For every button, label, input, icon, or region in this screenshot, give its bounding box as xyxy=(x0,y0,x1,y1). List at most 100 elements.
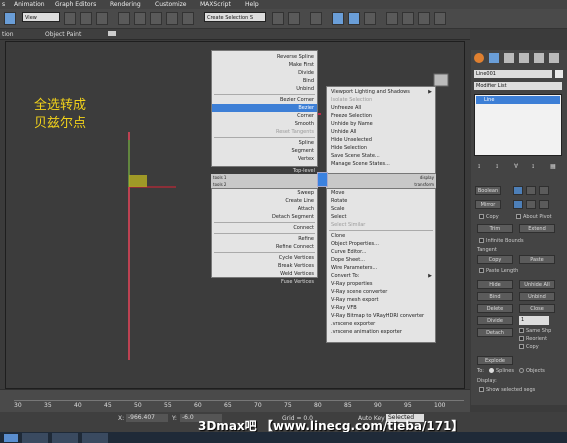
same-shp-checkbox[interactable] xyxy=(519,328,524,333)
timeline[interactable]: 30 35 40 45 50 55 60 65 70 75 80 85 90 9… xyxy=(0,389,470,412)
quad-item-rotate[interactable]: Rotate xyxy=(331,197,347,205)
copy-checkbox[interactable] xyxy=(479,214,484,219)
reorient-checkbox[interactable] xyxy=(519,336,524,341)
percent-snap-icon[interactable] xyxy=(150,12,162,25)
quad-item-cycle-vertices[interactable]: Cycle Vertices xyxy=(279,254,314,262)
extend-button[interactable]: Extend xyxy=(519,224,555,233)
teapot-render-icon[interactable] xyxy=(434,12,446,25)
stack-item-line[interactable]: Line xyxy=(476,96,560,104)
quad-item-attach[interactable]: Attach xyxy=(298,205,314,213)
quad-item-break-vertices[interactable]: Break Vertices xyxy=(278,262,314,270)
quad-item-unbind[interactable]: Unbind xyxy=(296,85,314,93)
explode-button[interactable]: Explode xyxy=(477,356,513,365)
render-frame-icon[interactable] xyxy=(402,12,414,25)
detach-button[interactable]: Detach xyxy=(477,328,513,337)
tangent-copy-button[interactable]: Copy xyxy=(477,255,513,264)
mirror-v-icon[interactable] xyxy=(526,200,536,209)
quad-item-hide-selection[interactable]: Hide Selection xyxy=(331,144,367,152)
copy-detach-checkbox[interactable] xyxy=(519,344,524,349)
quad-item-isolate-selection[interactable]: Isolate Selection xyxy=(331,96,372,104)
trim-button[interactable]: Trim xyxy=(477,224,513,233)
modify-tab-icon[interactable] xyxy=(489,53,499,63)
boolean-button[interactable]: Boolean xyxy=(475,186,501,195)
quad-item-bezier[interactable]: Bezier xyxy=(212,104,317,112)
ribbon-toggle-icon[interactable] xyxy=(108,31,116,36)
quad-item-unfreeze-all[interactable]: Unfreeze All xyxy=(331,104,361,112)
create-tab-icon[interactable] xyxy=(474,53,484,63)
mirror-h-icon[interactable] xyxy=(513,200,523,209)
infinite-bounds-checkbox[interactable] xyxy=(479,238,484,243)
quad-item-refine[interactable]: Refine xyxy=(298,235,314,243)
boolean-intersect-icon[interactable] xyxy=(539,186,549,195)
menu-item-help[interactable]: Help xyxy=(245,1,259,8)
quad-item-hide-unselected[interactable]: Hide Unselected xyxy=(331,136,372,144)
quad-item-segment[interactable]: Segment xyxy=(292,147,315,155)
quad-item-spline[interactable]: Spline xyxy=(299,139,314,147)
mirror-icon[interactable] xyxy=(272,12,284,25)
motion-tab-icon[interactable] xyxy=(519,53,529,63)
quad-item-curve-editor[interactable]: Curve Editor... xyxy=(331,248,366,256)
quad-item-divide[interactable]: Divide xyxy=(298,69,314,77)
taskbar-app-icon[interactable] xyxy=(82,433,108,443)
edit-named-sets-icon[interactable] xyxy=(182,12,194,25)
quad-item-vrscene-exporter[interactable]: .vrscene exporter xyxy=(331,320,375,328)
quad-item-clone[interactable]: Clone xyxy=(331,232,345,240)
menu-item-file[interactable]: s xyxy=(2,1,5,8)
viewport[interactable]: 全选转成 贝兹尔点 Reverse Spline Make First Divi… xyxy=(5,41,465,389)
object-color-swatch[interactable] xyxy=(555,70,563,78)
quad-item-move[interactable]: Move xyxy=(331,189,344,197)
selection-filter-dropdown[interactable]: View xyxy=(22,12,60,22)
quad-item-viewport-lighting[interactable]: Viewport Lighting and Shadows xyxy=(331,88,410,96)
menu-item-graph-editors[interactable]: Graph Editors xyxy=(55,1,96,8)
tangent-paste-button[interactable]: Paste xyxy=(519,255,555,264)
bind-button[interactable]: Bind xyxy=(477,292,513,301)
pin-stack-icon[interactable]: ɪ xyxy=(478,163,480,170)
quad-item-reset-tangents[interactable]: Reset Tangents xyxy=(276,128,314,136)
quad-item-refine-connect[interactable]: Refine Connect xyxy=(276,243,314,251)
layer-manager-icon[interactable] xyxy=(310,12,322,25)
menu-item-maxscript[interactable]: MAXScript xyxy=(200,1,231,8)
quad-item-unhide-by-name[interactable]: Unhide by Name xyxy=(331,120,373,128)
object-paint-tab[interactable]: Object Paint xyxy=(45,31,81,38)
make-unique-icon[interactable]: ∀ xyxy=(514,163,518,170)
quad-item-vray-scene-converter[interactable]: V-Ray scene converter xyxy=(331,288,387,296)
rotate-icon[interactable] xyxy=(96,12,108,25)
quad-item-scale[interactable]: Scale xyxy=(331,205,344,213)
quad-item-sweep[interactable]: Sweep xyxy=(297,189,314,197)
configure-sets-icon[interactable]: ▦ xyxy=(550,163,556,170)
modifier-list-dropdown[interactable]: Modifier List xyxy=(474,82,562,90)
splines-radio[interactable] xyxy=(489,368,494,373)
remove-modifier-icon[interactable]: ɪ xyxy=(532,163,534,170)
quad-item-smooth[interactable]: Smooth xyxy=(295,120,314,128)
quad-item-unhide-all[interactable]: Unhide All xyxy=(331,128,356,136)
quad-item-connect[interactable]: Connect xyxy=(293,224,314,232)
utilities-tab-icon[interactable] xyxy=(549,53,559,63)
quad-item-corner[interactable]: Corner xyxy=(297,112,314,120)
show-selected-segs-checkbox[interactable] xyxy=(479,387,484,392)
quad-item-vray-vfb[interactable]: V-Ray VFB xyxy=(331,304,357,312)
about-pivot-checkbox[interactable] xyxy=(516,214,521,219)
unhide-all-button[interactable]: Unhide All xyxy=(519,280,555,289)
quad-item-weld-vertices[interactable]: Weld Vertices xyxy=(280,270,314,278)
quad-item-detach-segment[interactable]: Detach Segment xyxy=(272,213,314,221)
render-setup-icon[interactable] xyxy=(386,12,398,25)
divide-button[interactable]: Divide xyxy=(477,316,513,325)
quad-item-wire-parameters[interactable]: Wire Parameters... xyxy=(331,264,377,272)
x-coord-field[interactable]: -966.407 xyxy=(126,414,168,422)
render-icon[interactable] xyxy=(418,12,430,25)
quad-item-select-similar[interactable]: Select Similar xyxy=(331,221,365,229)
hide-button[interactable]: Hide xyxy=(477,280,513,289)
spinner-snap-icon[interactable] xyxy=(166,12,178,25)
quad-item-bind[interactable]: Bind xyxy=(303,77,314,85)
close-button[interactable]: Close xyxy=(519,304,555,313)
divide-count-input[interactable]: 1 xyxy=(519,316,549,325)
quad-item-vrscene-animation-exporter[interactable]: .vrscene animation exporter xyxy=(331,328,402,336)
curve-editor-icon[interactable] xyxy=(332,12,344,25)
quad-item-select[interactable]: Select xyxy=(331,213,346,221)
start-icon[interactable] xyxy=(4,434,18,442)
quad-item-reverse-spline[interactable]: Reverse Spline xyxy=(277,53,314,61)
quad-item-bezier-corner[interactable]: Bezier Corner xyxy=(280,96,314,104)
paste-length-checkbox[interactable] xyxy=(479,268,484,273)
quad-item-dope-sheet[interactable]: Dope Sheet... xyxy=(331,256,365,264)
objects-radio[interactable] xyxy=(519,368,524,373)
